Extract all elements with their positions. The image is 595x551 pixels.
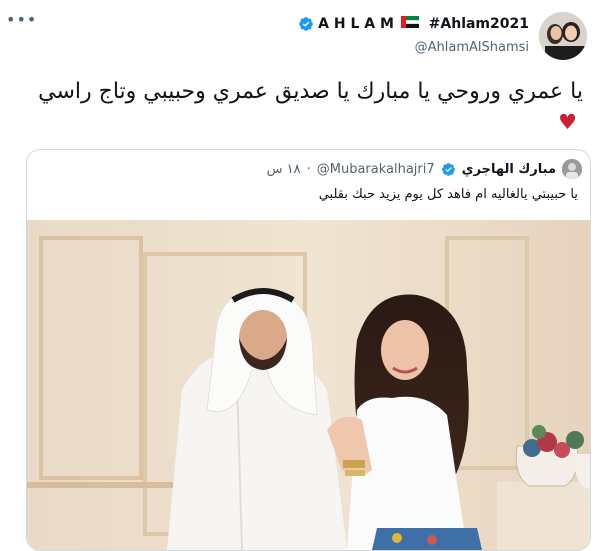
verified-badge-icon xyxy=(299,17,313,31)
tweet-header: A H L A M #Ahlam2021 @AhlamAlShamsi xyxy=(298,12,529,55)
quoted-tweet-header: مبارك الهاجري @Mubarakalhajri7 · ١٨ س xyxy=(267,159,582,179)
uae-flag-icon xyxy=(400,16,419,28)
quoted-author-avatar[interactable] xyxy=(562,159,582,179)
author-name: A H L A M xyxy=(318,16,394,32)
tweet-text: يا عمري وروحي يا مبارك يا صديق عمري وحبي… xyxy=(23,76,583,138)
quoted-tweet-text: يا حبيبتي يالغاليه ام فاهد كل يوم يزيد ح… xyxy=(318,187,578,202)
quoted-timestamp[interactable]: ١٨ س xyxy=(267,162,301,177)
separator-dot: · xyxy=(306,161,311,177)
more-options-icon[interactable]: ••• xyxy=(6,10,37,29)
author-name-line[interactable]: A H L A M #Ahlam2021 xyxy=(298,12,529,36)
quoted-author-handle[interactable]: @Mubarakalhajri7 xyxy=(317,162,435,177)
profile-avatar[interactable] xyxy=(539,12,587,60)
heart-emoji-icon: ♥ xyxy=(558,110,577,134)
author-display-name[interactable]: A H L A M #Ahlam2021 xyxy=(318,16,529,32)
quoted-author-name[interactable]: مبارك الهاجري xyxy=(462,162,556,177)
verified-badge-icon xyxy=(441,162,455,176)
author-hashtag: #Ahlam2021 xyxy=(428,16,529,32)
tweet[interactable]: ••• A H L A M #Ahlam2021 @AhlamAlShamsi xyxy=(0,0,595,551)
quoted-tweet[interactable]: مبارك الهاجري @Mubarakalhajri7 · ١٨ س يا… xyxy=(26,149,591,551)
quoted-tweet-photo[interactable] xyxy=(27,220,590,550)
tweet-text-body: يا عمري وروحي يا مبارك يا صديق عمري وحبي… xyxy=(38,79,583,104)
author-handle[interactable]: @AhlamAlShamsi xyxy=(298,40,529,55)
